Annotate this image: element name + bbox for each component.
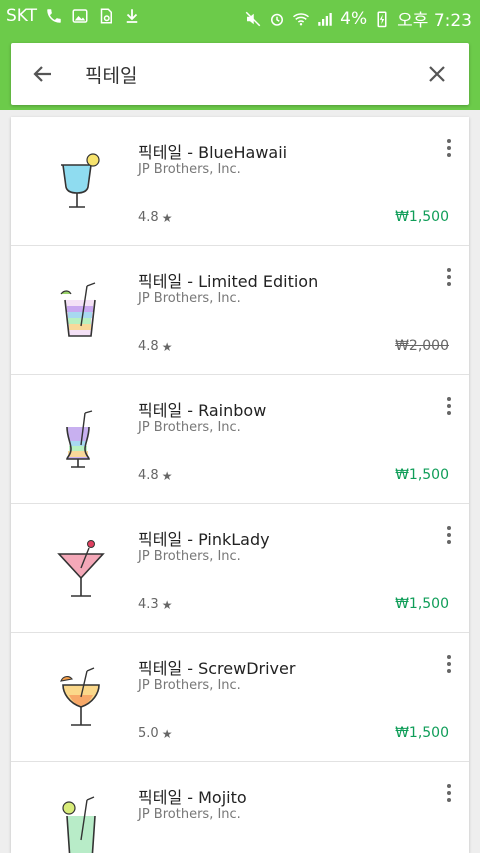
star-icon: ★ xyxy=(161,468,173,483)
price[interactable]: ₩1,500 xyxy=(395,467,449,483)
battery-percent: 4% xyxy=(340,8,368,29)
blue-hawaii-cocktail-icon xyxy=(41,143,121,223)
back-arrow-icon[interactable] xyxy=(31,62,55,86)
result-card[interactable]: 픽테일 - Limited Edition JP Brothers, Inc. … xyxy=(11,246,469,375)
rating-value: 5.0 xyxy=(138,726,159,741)
price[interactable]: ₩1,500 xyxy=(395,596,449,612)
more-options-icon[interactable] xyxy=(445,266,453,288)
app-title: 픽테일 - ScrewDriver xyxy=(138,659,296,678)
phone-icon xyxy=(45,7,63,25)
mute-icon xyxy=(244,10,262,28)
result-card[interactable]: 픽테일 - Rainbow JP Brothers, Inc. 4.8 ★ ₩1,… xyxy=(11,375,469,504)
price[interactable]: ₩1,500 xyxy=(395,725,449,741)
app-title: 픽테일 - Rainbow xyxy=(138,401,267,420)
wifi-icon xyxy=(292,10,310,28)
app-title: 픽테일 - BlueHawaii xyxy=(138,143,288,162)
more-options-icon[interactable] xyxy=(445,782,453,804)
results-list: 픽테일 - BlueHawaii JP Brothers, Inc. 4.8 ★ … xyxy=(11,117,469,853)
more-options-icon[interactable] xyxy=(445,524,453,546)
result-card[interactable]: 픽테일 - Mojito JP Brothers, Inc. xyxy=(11,762,469,853)
rating: 4.8 ★ xyxy=(138,210,172,225)
search-bar[interactable]: 픽테일 xyxy=(11,43,469,105)
star-icon: ★ xyxy=(161,339,173,354)
star-icon: ★ xyxy=(161,210,173,225)
price[interactable]: ₩1,500 xyxy=(395,209,449,225)
result-card[interactable]: 픽테일 - BlueHawaii JP Brothers, Inc. 4.8 ★ … xyxy=(11,117,469,246)
image-icon xyxy=(71,7,89,25)
developer-name: JP Brothers, Inc. xyxy=(138,678,241,693)
rainbow-cocktail-icon xyxy=(41,401,121,481)
app-title: 픽테일 - Mojito xyxy=(138,788,247,807)
rating-value: 4.8 xyxy=(138,468,159,483)
star-icon: ★ xyxy=(161,597,173,612)
more-options-icon[interactable] xyxy=(445,137,453,159)
search-query[interactable]: 픽테일 xyxy=(85,61,137,88)
developer-name: JP Brothers, Inc. xyxy=(138,291,241,306)
battery-charging-icon xyxy=(373,10,391,28)
close-icon[interactable] xyxy=(425,62,449,86)
rating: 4.8 ★ xyxy=(138,468,172,483)
developer-name: JP Brothers, Inc. xyxy=(138,549,241,564)
rating: 5.0 ★ xyxy=(138,726,172,741)
alarm-icon xyxy=(268,10,286,28)
carrier-label: SKT xyxy=(6,6,38,26)
mojito-cocktail-icon xyxy=(41,788,121,853)
signal-icon xyxy=(316,10,334,28)
rating-value: 4.8 xyxy=(138,210,159,225)
status-bar: SKT 4% 오후 7:23 xyxy=(0,0,480,32)
rainbow-glass-cocktail-icon xyxy=(41,272,121,352)
rating-value: 4.8 xyxy=(138,339,159,354)
app-title: 픽테일 - PinkLady xyxy=(138,530,270,549)
developer-name: JP Brothers, Inc. xyxy=(138,807,241,822)
clock: 오후 7:23 xyxy=(397,11,472,31)
screwdriver-cocktail-icon xyxy=(41,659,121,739)
sync-file-icon xyxy=(97,7,115,25)
more-options-icon[interactable] xyxy=(445,395,453,417)
pink-lady-cocktail-icon xyxy=(41,530,121,610)
rating: 4.8 ★ xyxy=(138,339,172,354)
rating-value: 4.3 xyxy=(138,597,159,612)
result-card[interactable]: 픽테일 - ScrewDriver JP Brothers, Inc. 5.0 ★… xyxy=(11,633,469,762)
result-card[interactable]: 픽테일 - PinkLady JP Brothers, Inc. 4.3 ★ ₩1… xyxy=(11,504,469,633)
more-options-icon[interactable] xyxy=(445,653,453,675)
price-original[interactable]: ₩2,000 xyxy=(395,338,449,354)
developer-name: JP Brothers, Inc. xyxy=(138,420,241,435)
star-icon: ★ xyxy=(161,726,173,741)
developer-name: JP Brothers, Inc. xyxy=(138,162,241,177)
app-title: 픽테일 - Limited Edition xyxy=(138,272,319,291)
download-icon xyxy=(123,7,141,25)
rating: 4.3 ★ xyxy=(138,597,172,612)
